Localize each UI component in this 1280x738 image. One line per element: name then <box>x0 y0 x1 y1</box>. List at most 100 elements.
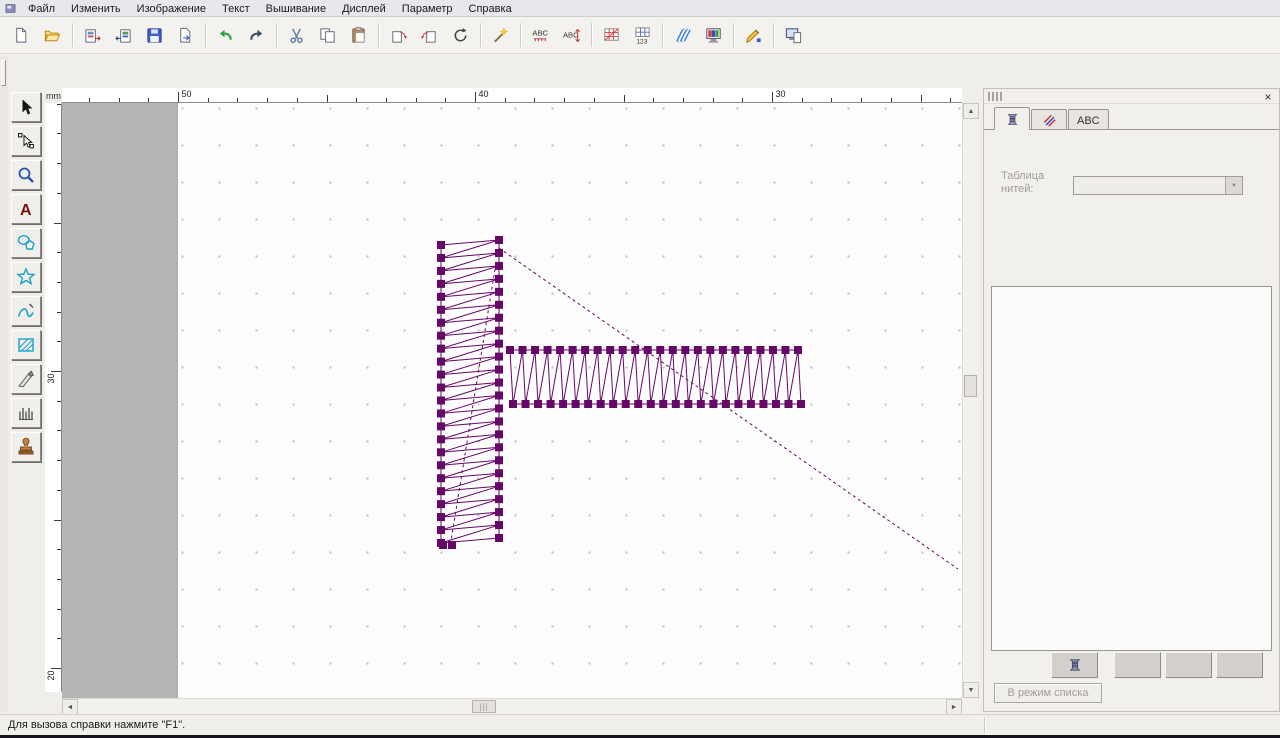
cut-icon <box>287 26 306 45</box>
toolbar-separator <box>72 23 73 47</box>
tab-text[interactable]: ABC <box>1068 109 1109 129</box>
knife-tool[interactable] <box>11 364 41 394</box>
preview-button[interactable] <box>778 21 809 49</box>
embroidery-design[interactable] <box>62 103 962 698</box>
application-window: ФайлИзменитьИзображениеТекстВышиваниеДис… <box>0 0 1280 738</box>
menu-item-image[interactable]: Изображение <box>129 1 214 16</box>
grid-button[interactable] <box>596 21 627 49</box>
panel-tabs: ABC <box>984 107 1279 130</box>
close-icon[interactable]: × <box>1261 90 1275 103</box>
wand-icon <box>491 26 510 45</box>
status-bar: Для вызова справки нажмите "F1". <box>0 714 1280 735</box>
text-tool[interactable]: A <box>11 194 41 224</box>
shape-tool[interactable] <box>11 228 41 258</box>
copy-button[interactable] <box>312 21 343 49</box>
select-tool[interactable] <box>11 92 41 122</box>
rotate-right-button[interactable] <box>414 21 445 49</box>
scroll-left-button[interactable]: ◄ <box>62 699 78 715</box>
pen-doc-icon <box>744 26 763 45</box>
menu-item-text[interactable]: Текст <box>214 1 258 16</box>
thread-view-button[interactable] <box>1051 652 1098 678</box>
menu-item-embroidery[interactable]: Вышивание <box>258 1 334 16</box>
letter-height-button[interactable]: ABC <box>556 21 587 49</box>
knife-icon <box>16 369 36 389</box>
star-tool[interactable] <box>11 262 41 292</box>
panel-titlebar[interactable]: × <box>984 89 1279 104</box>
thread-list[interactable] <box>991 286 1272 651</box>
svg-text:50: 50 <box>182 89 192 99</box>
open-button[interactable] <box>37 21 68 49</box>
horizontal-scroll-thumb[interactable] <box>472 700 496 713</box>
stitch-edit-button[interactable] <box>738 21 769 49</box>
density-tool[interactable] <box>11 398 41 428</box>
vertical-scrollbar[interactable]: ▲ ▼ <box>962 103 978 698</box>
display-colors-button[interactable] <box>698 21 729 49</box>
scroll-up-button[interactable]: ▲ <box>963 103 979 119</box>
grid-red-icon <box>602 26 621 45</box>
toolbar-separator <box>773 23 774 47</box>
node-edit-tool[interactable] <box>11 126 41 156</box>
panel-grip-icon[interactable] <box>988 92 1002 101</box>
toolbar-grip[interactable] <box>1 60 6 86</box>
export-card-button[interactable] <box>108 21 139 49</box>
monitor-page-icon <box>784 26 803 45</box>
cut-button[interactable] <box>281 21 312 49</box>
scroll-right-button[interactable]: ► <box>946 699 962 715</box>
svg-text:40: 40 <box>479 89 489 99</box>
tab-text-label: ABC <box>1077 115 1100 127</box>
curve-tool[interactable] <box>11 296 41 326</box>
rotate-button[interactable] <box>445 21 476 49</box>
card-write-icon <box>114 26 133 45</box>
paste-button[interactable] <box>343 21 374 49</box>
paste-icon <box>349 26 368 45</box>
new-button[interactable] <box>6 21 37 49</box>
menu-item-edit[interactable]: Изменить <box>63 1 129 16</box>
export-file-button[interactable] <box>170 21 201 49</box>
undo-button[interactable] <box>210 21 241 49</box>
rotate-left-button[interactable] <box>383 21 414 49</box>
redo-button[interactable] <box>241 21 272 49</box>
shapes-icon <box>16 233 36 253</box>
text-icon: A <box>16 199 36 219</box>
tab-stitches[interactable] <box>1031 109 1067 129</box>
tool-palette: A <box>8 92 44 466</box>
fill-tool[interactable] <box>11 330 41 360</box>
panel-button-4[interactable] <box>1216 652 1263 678</box>
panel-button-2[interactable] <box>1114 652 1161 678</box>
horizontal-ruler: 50 40 30 <box>62 88 962 103</box>
vertical-scroll-thumb[interactable] <box>964 375 977 397</box>
status-text: Для вызова справки нажмите "F1". <box>8 719 185 731</box>
grid-123-icon: 123 <box>633 26 652 45</box>
stitch-view-button[interactable] <box>667 21 698 49</box>
panel-body: Таблица нитей: ▼ В режим списка <box>984 130 1279 711</box>
save-button[interactable] <box>139 21 170 49</box>
thread-table-select[interactable]: ▼ <box>1073 176 1243 195</box>
menu-item-parameter[interactable]: Параметр <box>394 1 461 16</box>
letter-spacing-button[interactable]: ABC <box>525 21 556 49</box>
toolbar-separator <box>480 23 481 47</box>
menu-item-file[interactable]: Файл <box>20 1 63 16</box>
stitch-lines-icon <box>673 26 692 45</box>
horizontal-scrollbar[interactable]: ◄ ► <box>62 698 962 714</box>
tab-threads[interactable] <box>994 107 1030 130</box>
panel-button-3[interactable] <box>1165 652 1212 678</box>
toolbar-separator <box>662 23 663 47</box>
canvas-viewport[interactable] <box>62 103 962 698</box>
grid-numbers-button[interactable]: 123 <box>627 21 658 49</box>
card-read-icon <box>83 26 102 45</box>
svg-text:123: 123 <box>636 38 647 44</box>
abc-ruler-icon: ABC <box>531 26 550 45</box>
abc-arrow-icon: ABC <box>562 26 581 45</box>
scroll-down-button[interactable]: ▼ <box>963 682 979 698</box>
svg-text:30: 30 <box>776 89 786 99</box>
magic-wand-button[interactable] <box>485 21 516 49</box>
menu-item-display[interactable]: Дисплей <box>334 1 394 16</box>
zoom-tool[interactable] <box>11 160 41 190</box>
list-mode-button[interactable]: В режим списка <box>994 683 1102 703</box>
toolbar-separator <box>591 23 592 47</box>
menu-item-help[interactable]: Справка <box>461 1 520 16</box>
thread-table-value <box>1074 177 1225 194</box>
chevron-down-icon[interactable]: ▼ <box>1225 177 1242 194</box>
stamp-tool[interactable] <box>11 432 41 462</box>
import-card-button[interactable] <box>77 21 108 49</box>
